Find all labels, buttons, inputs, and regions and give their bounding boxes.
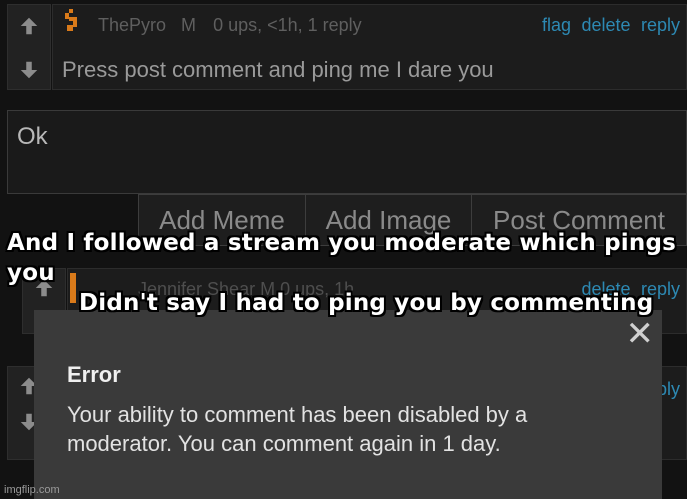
dialog-title: Error: [67, 362, 121, 387]
caption-line: Didn't say I had to ping you by commenti…: [79, 290, 654, 316]
error-dialog: ✕ Error Your ability to comment has been…: [34, 310, 662, 499]
arrow-up-icon: [20, 17, 38, 35]
downvote-button[interactable]: [8, 55, 50, 85]
caption-line: And I followed a stream you moderate whi…: [7, 230, 677, 286]
comment-meta: 0 ups, <1h, 1 reply: [213, 15, 362, 35]
pixel-avatar-icon: [65, 9, 77, 31]
close-icon[interactable]: ✕: [626, 314, 655, 354]
flag-link[interactable]: flag: [542, 15, 571, 35]
vote-column: [7, 4, 51, 90]
dialog-message-line: moderator. You can comment again in 1 da…: [67, 431, 501, 456]
upvote-button[interactable]: [8, 11, 50, 41]
comment-author[interactable]: ThePyro: [98, 15, 166, 35]
comment-text: Press post comment and ping me I dare yo…: [62, 57, 494, 82]
arrow-down-icon: [20, 61, 38, 79]
reply-text: Ok: [17, 123, 48, 150]
avatar[interactable]: [63, 9, 81, 33]
dialog-message-line: Your ability to comment has been disable…: [67, 402, 528, 427]
dialog-message: Your ability to comment has been disable…: [67, 400, 527, 458]
delete-link[interactable]: delete: [581, 15, 630, 35]
comment-actions: flag delete reply: [536, 15, 680, 36]
reply-textarea[interactable]: Ok: [7, 110, 687, 194]
meme-caption: And I followed a stream you moderate whi…: [0, 228, 687, 318]
watermark: imgflip.com: [4, 484, 60, 496]
reply-link[interactable]: reply: [641, 15, 680, 35]
author-flair: M: [181, 15, 197, 35]
comment-card: ThePyro M 0 ups, <1h, 1 reply flag delet…: [52, 4, 687, 90]
